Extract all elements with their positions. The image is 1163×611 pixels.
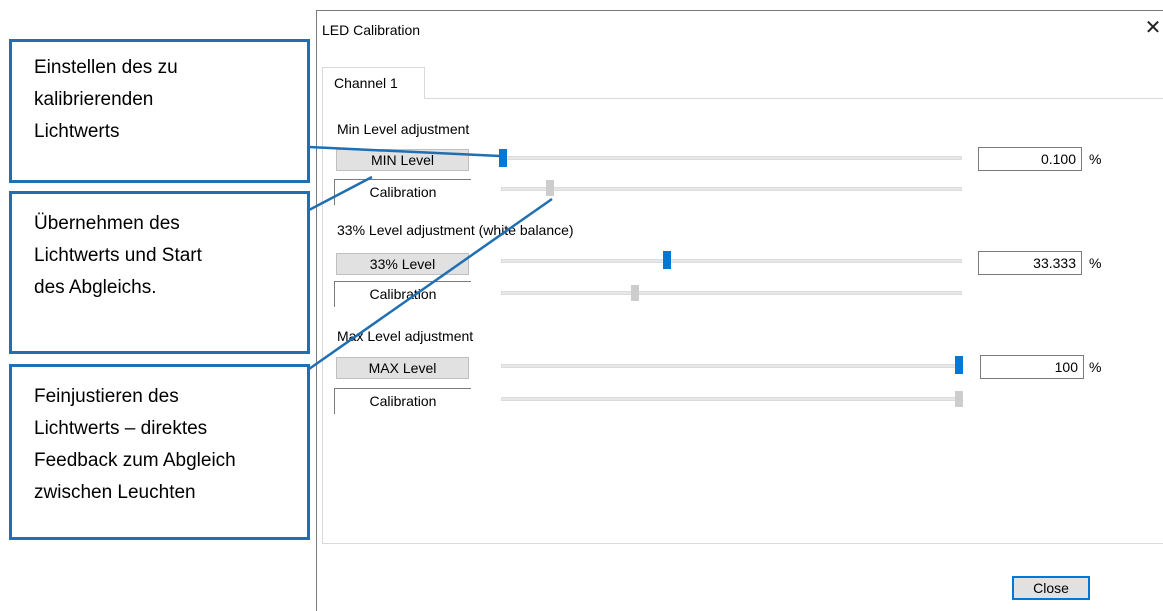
- connector-line-1: [308, 145, 501, 158]
- connector-line-3: [308, 197, 553, 371]
- connector-line-2: [308, 175, 373, 212]
- callout-2-line-2: Lichtwerts und Start: [34, 245, 202, 266]
- callout-adjust-level: Einstellen des zu kalibrierenden Lichtwe…: [9, 39, 310, 183]
- callout-1-line-2: kalibrierenden: [34, 89, 154, 110]
- callout-2-line-1: Übernehmen des: [34, 213, 180, 234]
- callout-apply-level: Übernehmen des Lichtwerts und Start des …: [9, 191, 310, 354]
- callout-1-line-3: Lichtwerts: [34, 121, 120, 142]
- callout-2-line-3: des Abgleichs.: [34, 277, 157, 298]
- callout-3-line-2: Lichtwerts – direktes: [34, 418, 208, 439]
- callout-1-line-1: Einstellen des zu: [34, 57, 178, 78]
- callout-3-line-3: Feedback zum Abgleich: [34, 450, 236, 471]
- callout-fine-tune: Feinjustieren des Lichtwerts – direktes …: [9, 364, 310, 540]
- callout-3-line-1: Feinjustieren des: [34, 386, 179, 407]
- callout-3-line-4: zwischen Leuchten: [34, 482, 196, 503]
